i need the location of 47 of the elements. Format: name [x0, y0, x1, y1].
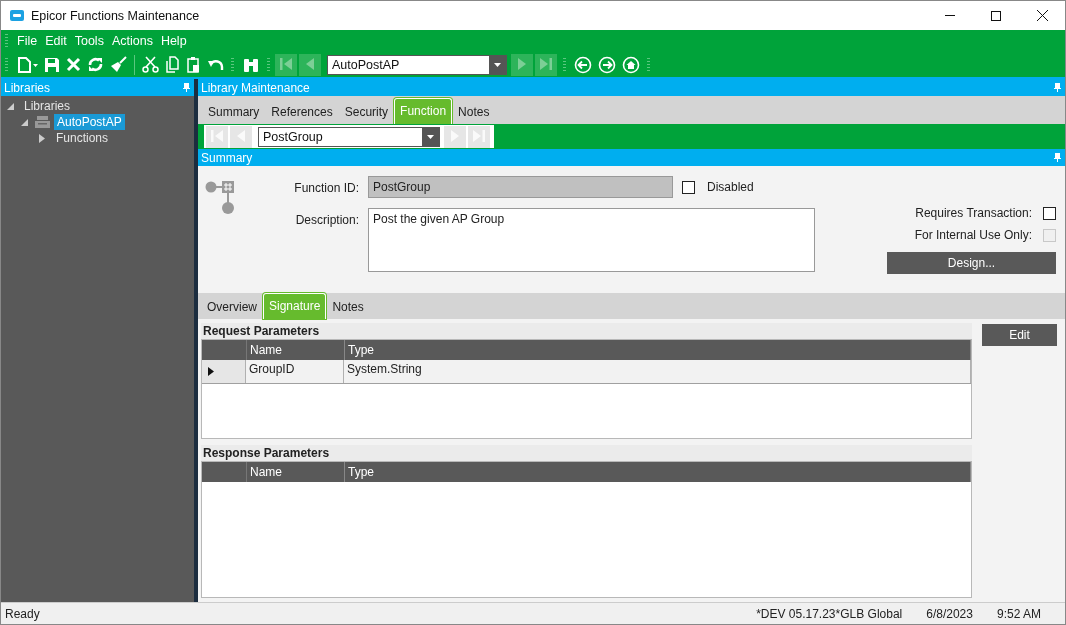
edit-button[interactable]: Edit	[982, 324, 1057, 346]
section-title: Response Parameters	[203, 446, 330, 460]
checkbox-label: For Internal Use Only:	[914, 228, 1032, 242]
last-record-button[interactable]	[535, 53, 557, 76]
table-cell: GroupID	[246, 360, 344, 383]
row-selector[interactable]	[202, 360, 246, 383]
app-icon	[10, 10, 24, 21]
checkbox[interactable]	[682, 180, 695, 194]
tab[interactable]: Notes	[452, 105, 496, 124]
tree-item[interactable]: Functions	[53, 130, 112, 146]
tab[interactable]: Security	[338, 105, 395, 124]
tab[interactable]: Summary	[202, 105, 266, 124]
record-combo[interactable]: AutoPostAP	[327, 54, 507, 75]
tab[interactable]: References	[265, 105, 339, 124]
section-title: Request Parameters	[203, 324, 320, 338]
description-field[interactable]: Post the given AP Group	[368, 208, 815, 272]
status-time: 9:52 AM	[996, 606, 1041, 621]
pin-icon[interactable]	[1054, 83, 1061, 92]
current-row-icon	[208, 367, 214, 376]
previous-record-button[interactable]	[299, 53, 321, 76]
field-label: Function ID:	[293, 180, 359, 197]
function-id-field[interactable]: PostGroup	[368, 176, 673, 198]
library-icon	[35, 116, 50, 128]
status-date: 6/8/2023	[926, 606, 973, 621]
function-combo[interactable]: PostGroup	[258, 126, 440, 147]
function-icon	[205, 179, 235, 215]
panel-title: Summary	[201, 150, 253, 165]
tab[interactable]: Overview	[201, 300, 263, 319]
panel-title: Library Maintenance	[201, 80, 310, 95]
panel-title: Libraries	[4, 80, 51, 95]
column-header[interactable]: Name	[247, 462, 345, 482]
field-label: Description:	[294, 212, 359, 229]
design-button[interactable]: Design...	[887, 252, 1056, 274]
checkbox[interactable]	[1043, 206, 1056, 220]
tab[interactable]: Notes	[326, 300, 370, 319]
checkbox-label: Requires Transaction:	[915, 206, 1032, 220]
pin-icon[interactable]	[1054, 153, 1061, 162]
table-cell: System.String	[344, 360, 971, 383]
first-record-button[interactable]	[275, 53, 297, 76]
column-header[interactable]: Type	[345, 462, 971, 482]
environment-label: *DEV 05.17.23*GLB Global	[756, 606, 903, 621]
pin-icon[interactable]	[183, 83, 190, 92]
next-record-button[interactable]	[511, 53, 533, 76]
status-message: Ready	[5, 606, 41, 621]
tree-item[interactable]: Libraries	[21, 98, 74, 114]
checkbox-label: Disabled	[707, 180, 754, 194]
window-title: Epicor Functions Maintenance	[31, 8, 201, 23]
